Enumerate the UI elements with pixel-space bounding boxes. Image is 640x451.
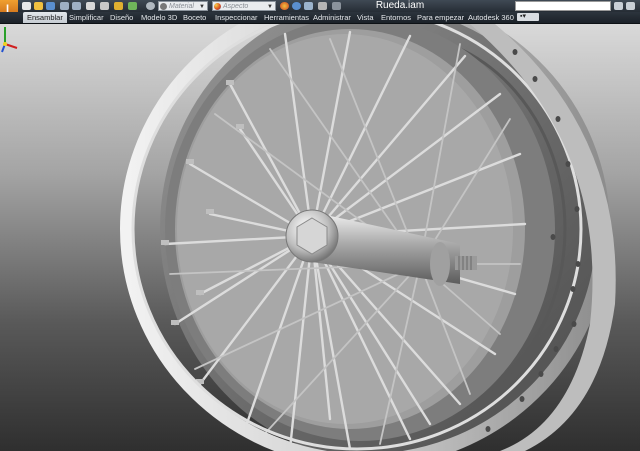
inventor-window: Material ▼ Aspecto ▼ Rueda.iam I Ensambl… <box>0 0 640 451</box>
graphics-viewport[interactable] <box>0 24 640 451</box>
tab-inspeccionar[interactable]: Inspeccionar <box>215 12 258 23</box>
material-placeholder: Material <box>169 3 194 10</box>
material-ball-icon <box>160 3 167 10</box>
wheel-model <box>120 24 616 451</box>
quick-access-toolbar: Material ▼ Aspecto ▼ Rueda.iam <box>0 0 640 12</box>
search-input[interactable] <box>515 1 611 11</box>
tab-diseno[interactable]: Diseño <box>110 12 133 23</box>
tab-autodesk-360[interactable]: Autodesk 360 <box>468 12 514 23</box>
view-triad-icon <box>1 27 18 53</box>
select-icon[interactable] <box>100 2 109 10</box>
update-icon[interactable] <box>114 2 123 10</box>
redo-icon[interactable] <box>72 2 81 10</box>
ribbon-tab-bar: Ensamblar Simplificar Diseño Modelo 3D B… <box>0 12 640 24</box>
tab-administrar[interactable]: Administrar <box>313 12 351 23</box>
appearance-override-icon[interactable] <box>280 2 289 10</box>
material-dropdown[interactable]: Material ▼ <box>158 1 208 11</box>
customize-icon[interactable] <box>332 2 341 10</box>
tab-modelo-3d[interactable]: Modelo 3D <box>141 12 177 23</box>
binoculars-icon[interactable] <box>614 2 623 10</box>
chevron-down-icon: ▼ <box>267 4 273 10</box>
chevron-down-icon: ▪▾ <box>520 13 526 20</box>
tools-icon[interactable] <box>318 2 327 10</box>
appearance-placeholder: Aspecto <box>223 3 249 10</box>
tab-simplificar[interactable]: Simplificar <box>69 12 104 23</box>
appearance-ball-icon <box>214 3 221 10</box>
axle-thread <box>455 256 477 270</box>
clear-override-icon[interactable] <box>292 2 301 10</box>
tab-herramientas[interactable]: Herramientas <box>264 12 309 23</box>
open-folder-icon[interactable] <box>34 2 43 10</box>
tab-boceto[interactable]: Boceto <box>183 12 206 23</box>
appearance-dropdown[interactable]: Aspecto ▼ <box>212 1 276 11</box>
ribbon-display-toggle[interactable]: ▪▾ <box>517 13 539 21</box>
document-title: Rueda.iam <box>375 0 425 11</box>
measure-icon[interactable] <box>304 2 313 10</box>
tab-ensamblar[interactable]: Ensamblar <box>23 12 67 23</box>
signin-icon[interactable] <box>626 2 635 10</box>
chevron-down-icon: ▼ <box>199 4 205 10</box>
axle-flange <box>430 242 450 286</box>
home-icon[interactable] <box>86 2 95 10</box>
help-icon[interactable] <box>146 2 155 10</box>
undo-icon[interactable] <box>60 2 69 10</box>
return-icon[interactable] <box>128 2 137 10</box>
tab-vista[interactable]: Vista <box>357 12 374 23</box>
save-icon[interactable] <box>46 2 55 10</box>
new-file-icon[interactable] <box>22 2 31 10</box>
tab-para-empezar[interactable]: Para empezar <box>417 12 464 23</box>
tab-entornos[interactable]: Entornos <box>381 12 411 23</box>
